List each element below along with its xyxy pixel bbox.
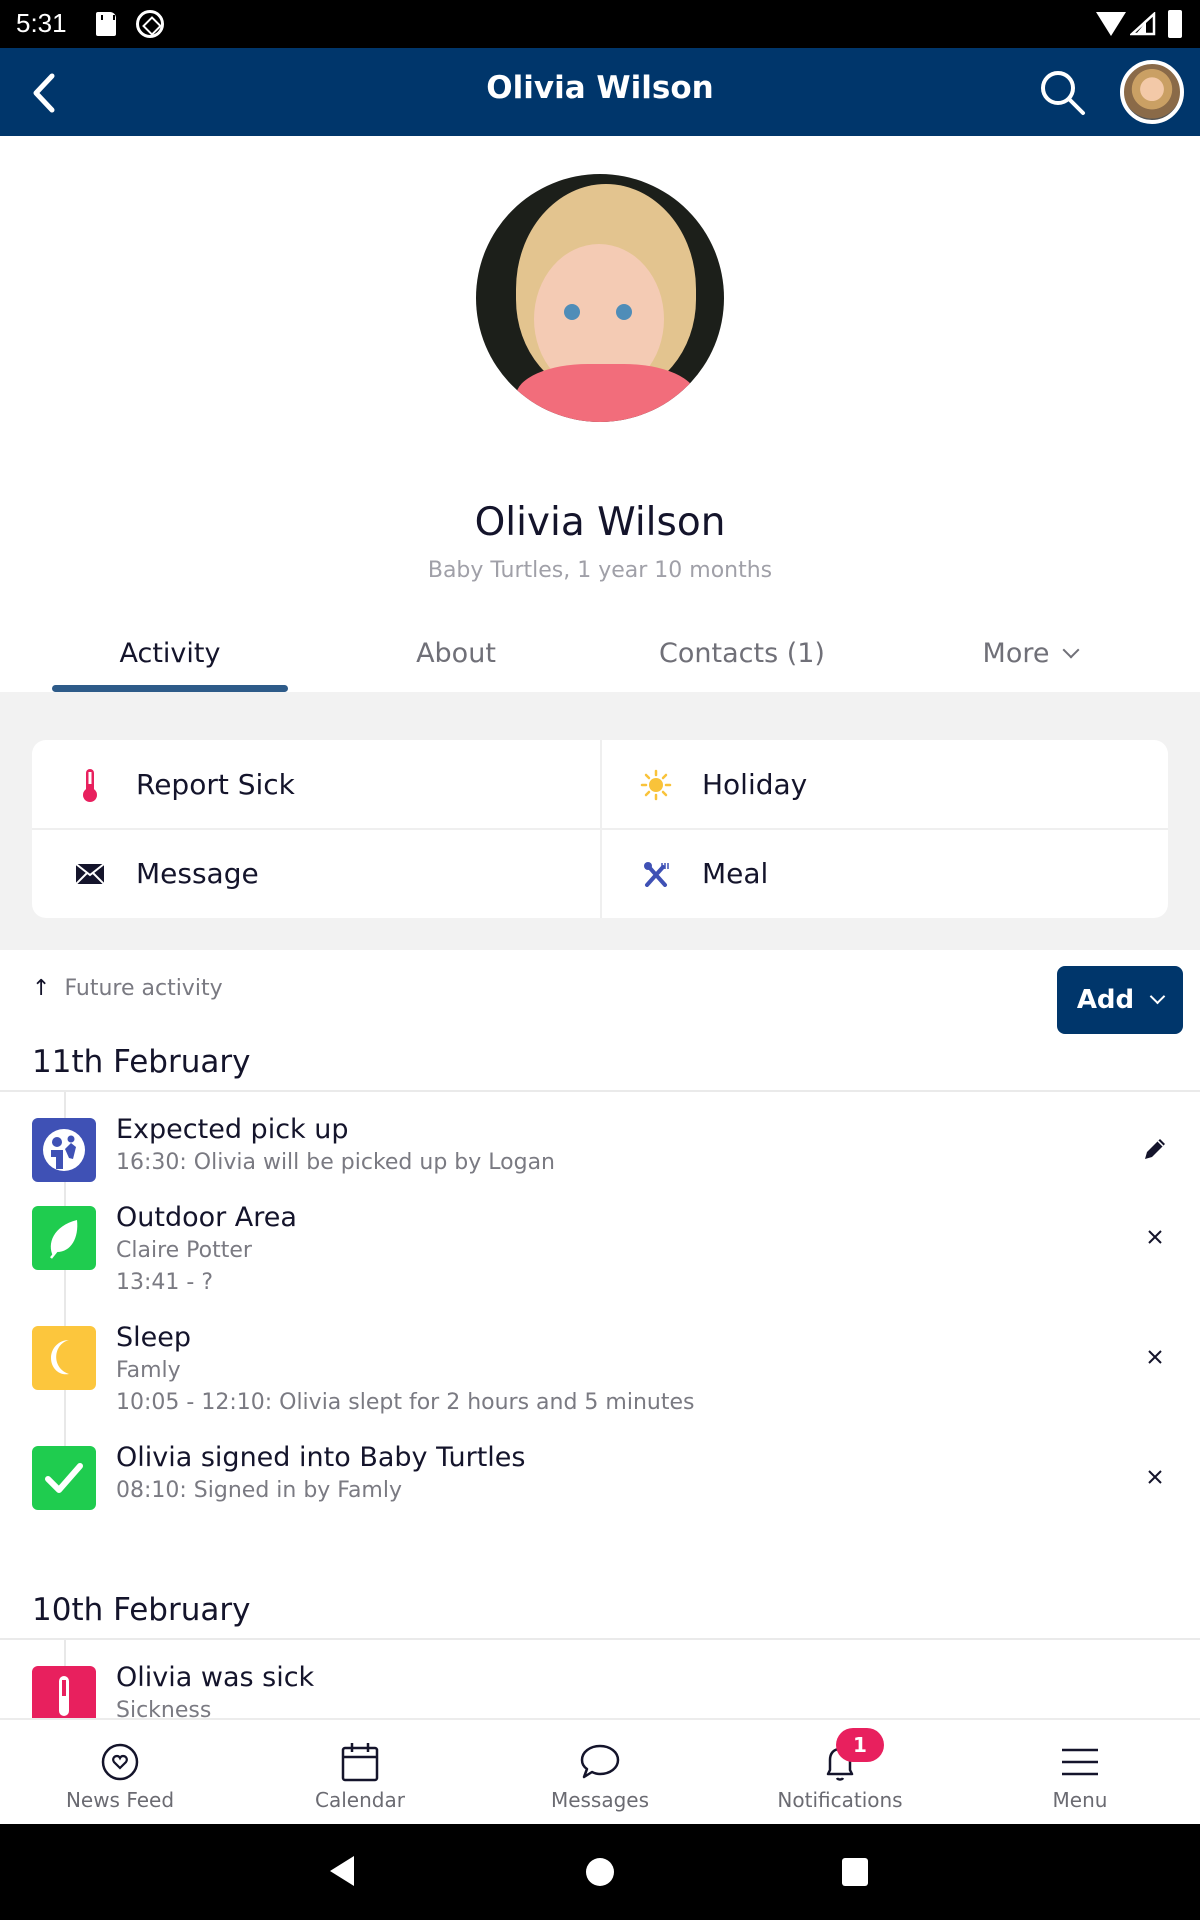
edit-pencil-icon[interactable] xyxy=(1138,1132,1172,1166)
quick-actions-area: Report Sick Holiday Message Meal xyxy=(0,692,1200,950)
status-time: 5:31 xyxy=(16,8,67,38)
close-icon[interactable] xyxy=(1138,1460,1172,1494)
entry-title: Olivia signed into Baby Turtles xyxy=(116,1442,526,1473)
quick-action-label: Holiday xyxy=(702,768,808,801)
chat-bubble-icon xyxy=(580,1744,620,1779)
heart-circle-icon xyxy=(101,1743,139,1781)
battery-icon xyxy=(1168,10,1182,38)
child-profile-header: Olivia Wilson Baby Turtles, 1 year 10 mo… xyxy=(0,136,1200,692)
nav-label: Menu xyxy=(1052,1788,1108,1812)
sun-icon xyxy=(636,765,676,805)
envelope-icon xyxy=(70,854,110,894)
sd-card-icon xyxy=(96,12,116,36)
divider xyxy=(600,740,602,918)
tab-label: Contacts (1) xyxy=(659,638,825,669)
entry-detail: 08:10: Signed in by Famly xyxy=(116,1478,402,1503)
chevron-down-icon xyxy=(1062,641,1080,659)
leaf-icon xyxy=(32,1206,96,1270)
nav-label: News Feed xyxy=(65,1788,175,1812)
activity-feed: ↑ Future activity Add 11th February Expec… xyxy=(0,950,1200,1718)
entry-detail: Claire Potter xyxy=(116,1238,252,1263)
entry-detail: 13:41 - ? xyxy=(116,1270,214,1295)
entry-detail: Sickness xyxy=(116,1698,212,1718)
entry-title: Olivia was sick xyxy=(116,1662,315,1693)
future-activity-link[interactable]: ↑ Future activity xyxy=(32,976,223,1001)
user-avatar[interactable] xyxy=(1120,60,1184,124)
tab-contacts[interactable]: Contacts (1) xyxy=(624,628,860,692)
entry-detail: 16:30: Olivia will be picked up by Logan xyxy=(116,1150,555,1175)
tab-more[interactable]: More xyxy=(912,628,1148,692)
app-bar: Olivia Wilson xyxy=(0,48,1200,136)
nav-label: Calendar xyxy=(315,1788,405,1812)
add-button-label: Add xyxy=(1076,985,1135,1015)
thermometer-icon xyxy=(70,765,110,805)
quick-action-label: Message xyxy=(136,857,259,890)
utensils-icon xyxy=(636,854,676,894)
quick-actions-card: Report Sick Holiday Message Meal xyxy=(32,740,1168,918)
system-recents-icon[interactable] xyxy=(842,1858,868,1886)
divider xyxy=(0,1638,1200,1640)
nav-label: Notifications xyxy=(777,1788,903,1812)
vpn-icon xyxy=(136,10,164,38)
tab-about[interactable]: About xyxy=(338,628,574,692)
bottom-navigation: News Feed Calendar Messages Notification… xyxy=(0,1718,1200,1824)
message-button[interactable]: Message xyxy=(32,829,600,918)
divider xyxy=(0,1090,1200,1092)
meal-button[interactable]: Meal xyxy=(600,829,1168,918)
entry-detail: 10:05 - 12:10: Olivia slept for 2 hours … xyxy=(116,1390,695,1415)
notification-badge: 1 xyxy=(836,1728,884,1762)
entry-title: Sleep xyxy=(116,1322,192,1353)
page-title: Olivia Wilson xyxy=(486,70,714,106)
tab-activity[interactable]: Activity xyxy=(52,628,288,692)
child-name: Olivia Wilson xyxy=(474,500,726,545)
nav-messages[interactable]: Messages xyxy=(480,1720,720,1826)
date-header: 11th February xyxy=(32,1044,251,1080)
arrow-up-icon: ↑ xyxy=(32,976,51,1001)
quick-action-label: Report Sick xyxy=(136,768,295,801)
chevron-down-icon xyxy=(1149,988,1166,1004)
wifi-icon xyxy=(1096,12,1126,36)
close-icon[interactable] xyxy=(1138,1220,1172,1254)
nav-news-feed[interactable]: News Feed xyxy=(0,1720,240,1826)
child-photo xyxy=(476,174,724,422)
profile-tabs: Activity About Contacts (1) More xyxy=(0,628,1200,692)
nav-menu[interactable]: Menu xyxy=(960,1720,1200,1826)
system-back-icon[interactable] xyxy=(326,1854,356,1888)
entry-title: Outdoor Area xyxy=(116,1202,297,1233)
cell-signal-icon xyxy=(1130,12,1156,36)
system-nav-bar xyxy=(0,1824,1200,1920)
holiday-button[interactable]: Holiday xyxy=(600,740,1168,829)
report-sick-button[interactable]: Report Sick xyxy=(32,740,600,829)
calendar-icon xyxy=(341,1743,379,1782)
entry-title: Expected pick up xyxy=(116,1114,349,1145)
check-icon xyxy=(32,1446,96,1510)
entry-detail: Famly xyxy=(116,1358,181,1383)
thermometer-icon xyxy=(32,1666,96,1718)
quick-action-label: Meal xyxy=(702,857,769,890)
add-button[interactable]: Add xyxy=(1057,966,1183,1034)
pickup-icon xyxy=(32,1118,96,1182)
hamburger-menu-icon xyxy=(1062,1748,1098,1776)
tab-label: More xyxy=(982,638,1050,669)
close-icon[interactable] xyxy=(1138,1340,1172,1374)
system-home-icon[interactable] xyxy=(586,1858,614,1886)
tab-label: Activity xyxy=(119,638,221,669)
search-icon[interactable] xyxy=(1036,66,1090,120)
moon-icon xyxy=(32,1326,96,1390)
nav-calendar[interactable]: Calendar xyxy=(240,1720,480,1826)
nav-label: Messages xyxy=(550,1788,650,1812)
date-header: 10th February xyxy=(32,1592,251,1628)
child-group-age: Baby Turtles, 1 year 10 months xyxy=(427,558,773,583)
active-tab-indicator xyxy=(52,685,288,692)
future-activity-label: Future activity xyxy=(64,976,223,1001)
tab-label: About xyxy=(416,638,496,669)
status-bar: 5:31 xyxy=(0,0,1200,48)
